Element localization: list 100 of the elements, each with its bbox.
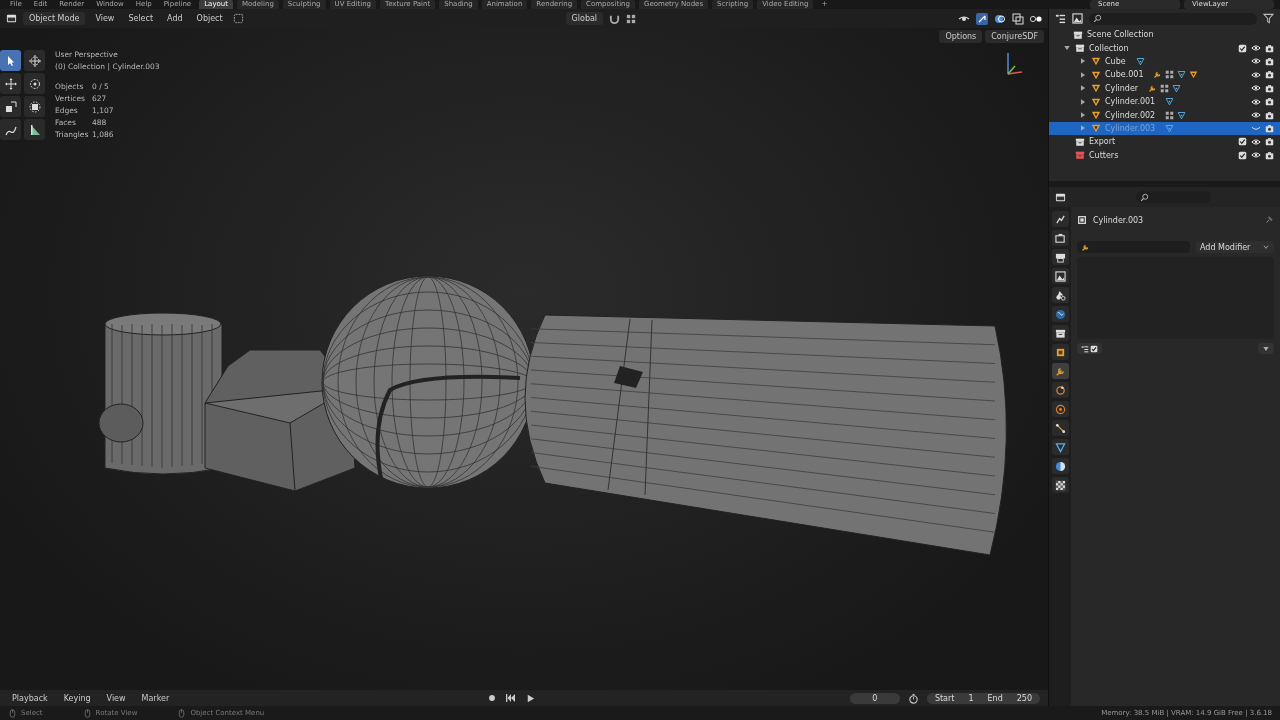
camera-icon[interactable]	[1265, 137, 1274, 147]
grid-icon[interactable]	[1165, 110, 1175, 120]
editor-type-icon[interactable]	[1055, 191, 1066, 203]
viewport-button[interactable]: Options	[939, 30, 983, 43]
outliner-row[interactable]: Cube	[1049, 54, 1280, 69]
viewport-button[interactable]: ConjureSDF	[985, 30, 1044, 43]
camera-icon[interactable]	[1265, 43, 1274, 53]
object-name[interactable]: Collection	[1089, 43, 1129, 53]
editor-type-icon[interactable]	[6, 13, 17, 24]
camera-icon[interactable]	[1265, 56, 1274, 66]
camera-icon[interactable]	[1265, 110, 1274, 120]
collection-name[interactable]: Scene Collection	[1087, 30, 1154, 40]
object-name[interactable]: Cylinder	[1105, 83, 1139, 93]
menu-item[interactable]: Playback	[8, 693, 52, 703]
display-mode-icon[interactable]	[1055, 13, 1066, 24]
sphere-icon[interactable]	[1054, 460, 1066, 472]
checkbox-icon[interactable]	[1090, 344, 1098, 353]
current-frame-field[interactable]: 0	[849, 692, 900, 704]
camera-icon[interactable]	[1265, 83, 1274, 93]
playback-controls-icon[interactable]	[505, 692, 518, 704]
eye-icon[interactable]	[1251, 136, 1261, 147]
orientation-dropdown[interactable]: Global	[565, 12, 604, 25]
checkbox-icon[interactable]	[1238, 43, 1247, 53]
constraint-icon[interactable]	[1054, 422, 1066, 434]
menu-item[interactable]: View	[91, 14, 119, 23]
image-icon[interactable]	[1072, 13, 1083, 24]
outliner-row[interactable]: Cylinder.001	[1049, 94, 1280, 109]
scene-icon[interactable]	[1054, 289, 1066, 301]
object-name[interactable]: Cylinder.002	[1105, 110, 1156, 120]
object-name[interactable]: Cylinder.001	[1105, 97, 1156, 107]
scale-icon[interactable]	[4, 100, 17, 113]
mesh-icon[interactable]	[1054, 441, 1066, 453]
move-icon[interactable]	[4, 77, 17, 90]
menu-item[interactable]: View	[102, 693, 130, 703]
mesh-icon[interactable]	[1177, 70, 1187, 80]
menu-item[interactable]: Select	[124, 14, 158, 23]
x-ray-icon[interactable]	[1012, 12, 1024, 25]
camera-icon[interactable]	[1265, 70, 1274, 80]
grid-icon[interactable]	[1165, 70, 1175, 80]
select-box-icon[interactable]	[232, 13, 244, 24]
mode-dropdown[interactable]: Object Mode	[23, 12, 86, 25]
particles-icon[interactable]	[1054, 384, 1066, 396]
menu-item[interactable]: Marker	[137, 693, 174, 703]
gizmo-icon[interactable]	[976, 12, 988, 25]
tool-icon[interactable]	[1054, 213, 1066, 225]
eye-icon[interactable]	[1251, 83, 1261, 94]
transform-icon[interactable]	[28, 100, 41, 113]
record-icon[interactable]	[487, 693, 498, 703]
camera-icon[interactable]	[1265, 150, 1274, 160]
camera-icon[interactable]	[1265, 123, 1274, 133]
pin-icon[interactable]	[1264, 215, 1274, 225]
printer-icon[interactable]	[1054, 251, 1066, 263]
camera-icon[interactable]	[1265, 97, 1274, 107]
snap-icon[interactable]	[609, 13, 621, 24]
menu-item[interactable]: Keying	[59, 693, 95, 703]
object-name[interactable]: Export	[1089, 137, 1116, 147]
play-icon[interactable]	[525, 692, 537, 704]
wrench-icon[interactable]	[1148, 83, 1158, 93]
stopwatch-icon[interactable]	[907, 692, 919, 704]
outliner-row[interactable]: Cylinder.002	[1049, 108, 1280, 122]
add-modifier-dropdown[interactable]: Add Modifier	[1196, 241, 1274, 253]
object-name[interactable]: Cutters	[1089, 150, 1119, 160]
mesh-icon[interactable]	[1172, 83, 1182, 93]
crosshair-icon[interactable]	[28, 54, 41, 67]
orbit-icon[interactable]	[1054, 403, 1066, 415]
menu-item[interactable]: Object	[192, 14, 227, 23]
object-icon[interactable]	[1054, 346, 1066, 358]
overlay-icon[interactable]	[994, 12, 1006, 25]
triangle-icon[interactable]	[1189, 70, 1199, 80]
modifier-search-field[interactable]	[1077, 241, 1190, 253]
eye-icon[interactable]	[1251, 69, 1261, 80]
eye-icon[interactable]	[1251, 96, 1261, 107]
collection-icon[interactable]	[1054, 327, 1066, 339]
image-icon[interactable]	[1054, 270, 1066, 282]
outliner-row[interactable]: Cube.001	[1049, 68, 1280, 82]
eye-icon[interactable]	[1251, 56, 1261, 67]
checkbox-icon[interactable]	[1238, 150, 1247, 160]
outliner-row[interactable]: Cylinder	[1049, 81, 1280, 95]
grid-icon[interactable]	[626, 13, 637, 24]
grid-icon[interactable]	[1160, 83, 1170, 93]
checkbox-icon[interactable]	[1238, 137, 1247, 147]
rotate-icon[interactable]	[28, 77, 41, 90]
mesh-icon[interactable]	[1177, 110, 1187, 120]
globe-icon[interactable]	[1054, 308, 1066, 320]
mesh-icon[interactable]	[1165, 97, 1175, 107]
filter-icon[interactable]	[1263, 13, 1274, 24]
eye-icon[interactable]	[1251, 43, 1261, 54]
checker-icon[interactable]	[1054, 479, 1066, 491]
object-name[interactable]: Cube.001	[1105, 70, 1144, 80]
search-field[interactable]	[1089, 12, 1257, 25]
ruler-icon[interactable]	[28, 123, 41, 136]
wrench-icon[interactable]	[1054, 365, 1066, 377]
caret-icon[interactable]	[1262, 344, 1270, 353]
end-frame-value[interactable]: 250	[1016, 693, 1032, 703]
object-name[interactable]: Cube	[1105, 56, 1126, 66]
menu-item[interactable]: Add	[163, 14, 187, 23]
search-field[interactable]	[1135, 191, 1211, 203]
display-mode-icon[interactable]	[1081, 344, 1089, 353]
mesh-icon[interactable]	[1135, 56, 1145, 66]
camera-icon[interactable]	[1054, 232, 1066, 244]
